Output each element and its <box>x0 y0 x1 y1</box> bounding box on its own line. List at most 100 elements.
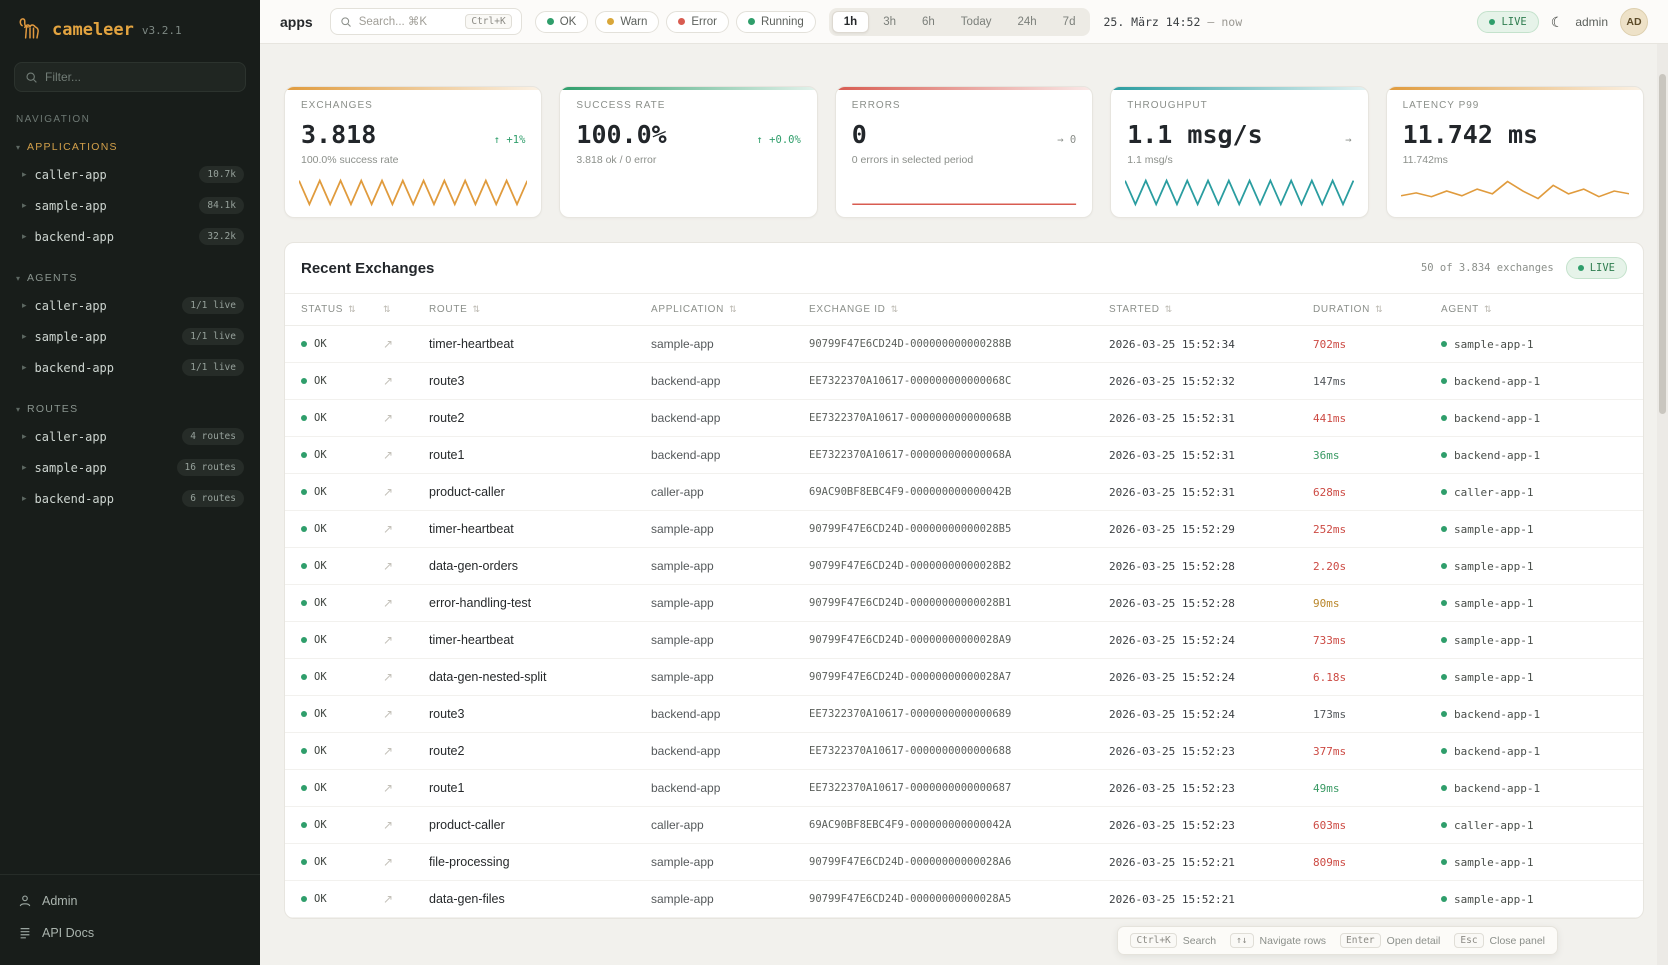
sidebar-item-applications-backend-app[interactable]: ▸backend-app32.2k <box>0 221 260 252</box>
table-row[interactable]: OK↗timer-heartbeatsample-app90799F47E6CD… <box>285 326 1643 363</box>
column-header-started[interactable]: STARTED⇅ <box>1099 294 1303 325</box>
table-row[interactable]: OK↗product-callercaller-app69AC90BF8EBC4… <box>285 474 1643 511</box>
status-ok-dot <box>301 341 307 347</box>
range-button-24h[interactable]: 24h <box>1005 11 1048 33</box>
application-cell: backend-app <box>641 437 799 473</box>
sidebar-section-label: ROUTES <box>27 403 78 415</box>
filter-chip-running[interactable]: Running <box>736 11 816 33</box>
sidebar-item-admin[interactable]: Admin <box>0 885 260 917</box>
sidebar-item-api-docs[interactable]: API Docs <box>0 917 260 949</box>
agent-live-dot <box>1441 489 1447 495</box>
table-row[interactable]: OK↗error-handling-testsample-app90799F47… <box>285 585 1643 622</box>
table-row[interactable]: OK↗route2backend-appEE7322370A10617-0000… <box>285 733 1643 770</box>
table-row[interactable]: OK↗timer-heartbeatsample-app90799F47E6CD… <box>285 511 1643 548</box>
chevron-down-icon: ▾ <box>16 405 20 414</box>
open-exchange-icon[interactable]: ↗ <box>383 596 393 610</box>
sort-icon: ⇅ <box>473 304 481 315</box>
table-row[interactable]: OK↗route2backend-appEE7322370A10617-0000… <box>285 400 1643 437</box>
table-row[interactable]: OK↗route1backend-appEE7322370A10617-0000… <box>285 437 1643 474</box>
open-exchange-icon[interactable]: ↗ <box>383 448 393 462</box>
column-header-agent[interactable]: AGENT⇅ <box>1431 294 1643 325</box>
hint-label: Navigate rows <box>1260 935 1327 947</box>
sidebar-item-agents-caller-app[interactable]: ▸caller-app1/1 live <box>0 290 260 321</box>
column-header-duration[interactable]: DURATION⇅ <box>1303 294 1431 325</box>
sidebar-item-agents-sample-app[interactable]: ▸sample-app1/1 live <box>0 321 260 352</box>
route-cell: file-processing <box>419 844 641 880</box>
table-row[interactable]: OK↗product-callercaller-app69AC90BF8EBC4… <box>285 807 1643 844</box>
sidebar-section-header-applications[interactable]: ▾APPLICATIONS <box>0 137 260 159</box>
range-button-today[interactable]: Today <box>949 11 1004 33</box>
table-row[interactable]: OK↗data-gen-orderssample-app90799F47E6CD… <box>285 548 1643 585</box>
table-row[interactable]: OK↗route3backend-appEE7322370A10617-0000… <box>285 363 1643 400</box>
sidebar-item-routes-backend-app[interactable]: ▸backend-app6 routes <box>0 483 260 514</box>
open-exchange-icon[interactable]: ↗ <box>383 411 393 425</box>
open-exchange-icon[interactable]: ↗ <box>383 744 393 758</box>
route-name: timer-heartbeat <box>429 337 514 351</box>
table-row[interactable]: OK↗route3backend-appEE7322370A10617-0000… <box>285 696 1643 733</box>
chevron-right-icon: ▸ <box>22 431 27 442</box>
column-header-open[interactable]: ⇅ <box>373 294 419 325</box>
table-row[interactable]: OK↗route1backend-appEE7322370A10617-0000… <box>285 770 1643 807</box>
range-button-3h[interactable]: 3h <box>871 11 908 33</box>
user-avatar[interactable]: AD <box>1620 8 1648 36</box>
open-exchange-icon[interactable]: ↗ <box>383 485 393 499</box>
duration-cell: 603ms <box>1303 808 1431 843</box>
kpi-trend: → <box>1345 134 1351 146</box>
table-row[interactable]: OK↗file-processingsample-app90799F47E6CD… <box>285 844 1643 881</box>
chevron-down-icon: ▾ <box>16 274 20 283</box>
table-row[interactable]: OK↗timer-heartbeatsample-app90799F47E6CD… <box>285 622 1643 659</box>
scrollbar-thumb[interactable] <box>1659 74 1666 414</box>
status-ok-dot <box>301 674 307 680</box>
filter-chip-error[interactable]: Error <box>666 11 729 33</box>
open-exchange-icon[interactable]: ↗ <box>383 559 393 573</box>
sidebar-item-applications-caller-app[interactable]: ▸caller-app10.7k <box>0 159 260 190</box>
open-exchange-icon[interactable]: ↗ <box>383 892 393 906</box>
column-header-status[interactable]: STATUS⇅ <box>285 294 373 325</box>
filter-chip-warn[interactable]: Warn <box>595 11 659 33</box>
range-button-1h[interactable]: 1h <box>832 11 869 33</box>
search-input[interactable] <box>359 16 459 28</box>
sidebar-item-applications-sample-app[interactable]: ▸sample-app84.1k <box>0 190 260 221</box>
status-ok-dot <box>301 896 307 902</box>
theme-toggle[interactable]: ☾ <box>1551 15 1564 29</box>
live-indicator[interactable]: LIVE <box>1477 11 1538 33</box>
open-exchange-icon[interactable]: ↗ <box>383 522 393 536</box>
agent-name: caller-app-1 <box>1454 819 1533 832</box>
open-exchange-icon[interactable]: ↗ <box>383 337 393 351</box>
open-exchange-icon[interactable]: ↗ <box>383 855 393 869</box>
open-exchange-icon[interactable]: ↗ <box>383 633 393 647</box>
scrollbar-track[interactable] <box>1657 44 1668 965</box>
table-row[interactable]: OK↗data-gen-nested-splitsample-app90799F… <box>285 659 1643 696</box>
sidebar-section-header-agents[interactable]: ▾AGENTS <box>0 268 260 290</box>
sidebar-item-agents-backend-app[interactable]: ▸backend-app1/1 live <box>0 352 260 383</box>
table-row[interactable]: OK↗data-gen-filessample-app90799F47E6CD2… <box>285 881 1643 918</box>
kpi-accent-bar <box>1111 87 1367 90</box>
agent-name: sample-app-1 <box>1454 634 1533 647</box>
chevron-right-icon: ▸ <box>22 493 27 504</box>
open-exchange-icon[interactable]: ↗ <box>383 707 393 721</box>
open-exchange-icon[interactable]: ↗ <box>383 818 393 832</box>
kpi-trend: ↑ +1% <box>494 134 526 146</box>
range-button-7d[interactable]: 7d <box>1051 11 1088 33</box>
sidebar-item-routes-sample-app[interactable]: ▸sample-app16 routes <box>0 452 260 483</box>
filter-chip-ok[interactable]: OK <box>535 11 589 33</box>
sidebar-filter-input[interactable] <box>45 70 235 84</box>
exchange-id-cell: EE7322370A10617-000000000000068B <box>799 401 1099 435</box>
column-header-route[interactable]: ROUTE⇅ <box>419 294 641 325</box>
hint-key: Esc <box>1454 933 1483 948</box>
route-cell: route3 <box>419 363 641 399</box>
open-exchange-icon[interactable]: ↗ <box>383 374 393 388</box>
sidebar-item-routes-caller-app[interactable]: ▸caller-app4 routes <box>0 421 260 452</box>
open-cell: ↗ <box>373 807 419 843</box>
open-exchange-icon[interactable]: ↗ <box>383 781 393 795</box>
sidebar-item-label: sample-app <box>35 330 175 344</box>
open-exchange-icon[interactable]: ↗ <box>383 670 393 684</box>
kpi-card-exchanges: EXCHANGES3.818↑ +1%100.0% success rate <box>284 86 542 218</box>
kpi-value-row: 1.1 msg/s→ <box>1127 120 1351 149</box>
status-cell: OK <box>285 882 373 916</box>
column-header-exchange-id[interactable]: EXCHANGE ID⇅ <box>799 294 1099 325</box>
column-header-application[interactable]: APPLICATION⇅ <box>641 294 799 325</box>
table-live-indicator[interactable]: LIVE <box>1566 257 1627 279</box>
sidebar-section-header-routes[interactable]: ▾ ROUTES <box>0 399 260 421</box>
range-button-6h[interactable]: 6h <box>910 11 947 33</box>
